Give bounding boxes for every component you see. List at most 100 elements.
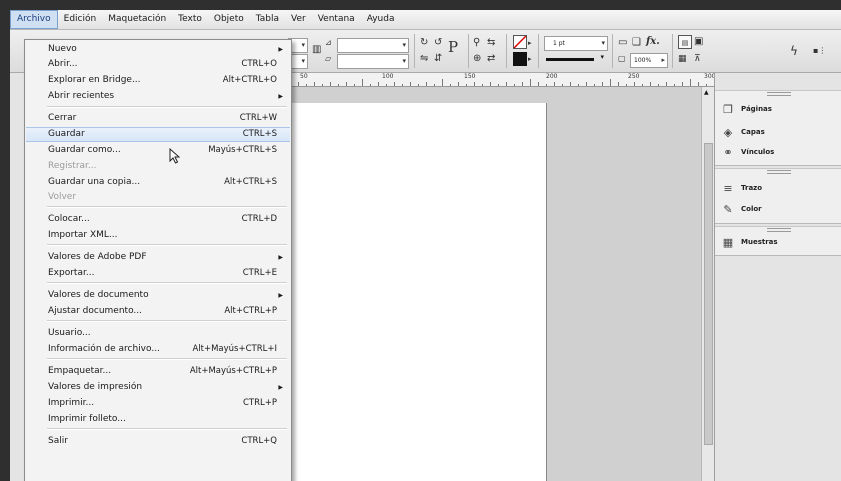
menu-ventana[interactable]: Ventana xyxy=(312,10,361,29)
menu-item-open[interactable]: Abrir... CTRL+O xyxy=(26,57,290,72)
panel-swatches[interactable]: ▦ Muestras xyxy=(721,233,778,251)
menu-item-package[interactable]: Empaquetar... Alt+Mayús+CTRL+P xyxy=(26,364,290,379)
rotate-cw-icon[interactable]: ↻ xyxy=(420,36,428,50)
select-next-icon[interactable]: ⇆ xyxy=(487,36,495,50)
menu-item-browse-in-bridge[interactable]: Explorar en Bridge... Alt+CTRL+O xyxy=(26,73,290,88)
menu-item-place[interactable]: Colocar... CTRL+D xyxy=(26,212,290,227)
menu-item-label: Empaquetar... xyxy=(48,366,112,376)
menu-tabla[interactable]: Tabla xyxy=(250,10,285,29)
menu-archivo[interactable]: Archivo xyxy=(10,10,58,29)
chevron-right-icon[interactable]: ▸ xyxy=(528,52,532,66)
ruler-tick xyxy=(490,82,491,86)
rotation-angle-field[interactable]: ▾ xyxy=(337,38,409,53)
menu-item-label: Imprimir... xyxy=(48,398,95,408)
menu-item-open-recent[interactable]: Abrir recientes ▶ xyxy=(26,89,290,104)
stroke-type-dropdown[interactable]: ▾ xyxy=(544,53,606,66)
select-previous-icon[interactable]: ⇄ xyxy=(487,52,495,66)
panel-group-stroke: ≡ Trazo ✎ Color xyxy=(715,168,841,224)
menu-item-label: Valores de impresión xyxy=(48,382,143,392)
scrollbar-thumb[interactable] xyxy=(704,143,713,445)
menu-texto[interactable]: Texto xyxy=(172,10,208,29)
opacity-field[interactable]: 100% ▸ xyxy=(630,53,668,68)
panel-links[interactable]: ⚭ Vínculos xyxy=(721,143,774,161)
ruler-tick xyxy=(466,84,467,86)
document-page[interactable] xyxy=(282,103,547,481)
menu-edicion[interactable]: Edición xyxy=(58,10,103,29)
ruler-tick xyxy=(410,82,411,86)
ruler-label: 100 xyxy=(382,73,394,80)
separator xyxy=(538,34,539,68)
panel-grip[interactable] xyxy=(767,92,791,96)
menu-item-label: Usuario... xyxy=(48,328,91,338)
panel-pages[interactable]: ❐ Páginas xyxy=(721,100,772,118)
type-reference-icon[interactable]: P xyxy=(448,40,458,55)
menu-item-import-xml[interactable]: Importar XML... xyxy=(26,228,290,243)
menu-item-save[interactable]: Guardar CTRL+S xyxy=(26,127,290,142)
menu-item-label: Valores de documento xyxy=(48,290,149,300)
menu-item-adjust-layout[interactable]: Ajustar documento... Alt+CTRL+P xyxy=(26,304,290,319)
stroke-swatch-icon[interactable] xyxy=(513,52,527,66)
chevron-right-icon[interactable]: ▸ xyxy=(528,36,532,50)
menu-item-revert: Volver xyxy=(26,190,290,205)
menu-item-save-copy[interactable]: Guardar una copia... Alt+CTRL+S xyxy=(26,175,290,190)
menu-item-label: Guardar como... xyxy=(48,145,121,155)
align-icon[interactable]: ▦ xyxy=(678,52,687,66)
shear-angle-field[interactable]: ▾ xyxy=(337,54,409,69)
submenu-arrow-icon: ▶ xyxy=(278,46,283,53)
select-content-icon[interactable]: ⊕ xyxy=(473,52,481,66)
scroll-up-icon[interactable]: ▲ xyxy=(704,89,709,96)
menu-separator xyxy=(47,320,287,322)
menu-item-print-presets[interactable]: Valores de impresión ▶ xyxy=(26,380,290,395)
menu-item-user[interactable]: Usuario... xyxy=(26,326,290,341)
menu-item-print-booklet[interactable]: Imprimir folleto... xyxy=(26,412,290,427)
menu-objeto[interactable]: Objeto xyxy=(208,10,250,29)
ruler-tick xyxy=(426,82,427,86)
menu-item-label: Volver xyxy=(48,192,77,202)
menu-item-export[interactable]: Exportar... CTRL+E xyxy=(26,266,290,281)
effects-fx-icon[interactable]: fx. xyxy=(646,35,660,49)
distribute-icon[interactable]: ⊼ xyxy=(694,52,701,66)
flip-horizontal-icon[interactable]: ⇋ xyxy=(420,52,428,66)
menu-item-new[interactable]: Nuevo ▶ xyxy=(26,42,290,57)
panel-menu-icon[interactable]: ▪⋮ xyxy=(813,44,826,58)
ruler-tick xyxy=(658,84,659,86)
select-container-icon[interactable]: ⚲ xyxy=(473,36,480,50)
ruler-label: 300 xyxy=(704,73,714,80)
menu-item-pdf-presets[interactable]: Valores de Adobe PDF ▶ xyxy=(26,250,290,265)
menu-item-file-info[interactable]: Información de archivo... Alt+Mayús+CTRL+… xyxy=(26,342,290,357)
flip-vertical-icon[interactable]: ⇵ xyxy=(434,52,442,66)
menu-ver[interactable]: Ver xyxy=(285,10,312,29)
ruler-tick xyxy=(394,82,395,86)
panel-group-swatches: ▦ Muestras xyxy=(715,226,841,256)
frame-fitting-icon[interactable]: ▭ xyxy=(618,36,627,50)
constrain-proportions-icon[interactable]: ▥ xyxy=(312,43,321,57)
menu-maquetacion[interactable]: Maquetación xyxy=(102,10,172,29)
menu-item-close[interactable]: Cerrar CTRL+W xyxy=(26,111,290,126)
menu-item-save-as[interactable]: Guardar como... Mayús+CTRL+S xyxy=(26,143,290,158)
menu-item-exit[interactable]: Salir CTRL+Q xyxy=(26,434,290,449)
text-wrap-icon[interactable]: ▤ xyxy=(678,35,692,49)
menu-item-document-presets[interactable]: Valores de documento ▶ xyxy=(26,288,290,303)
menu-item-shortcut: CTRL+P xyxy=(242,398,277,408)
pasteboard[interactable] xyxy=(282,87,701,481)
menu-separator xyxy=(47,244,287,246)
panel-stroke[interactable]: ≡ Trazo xyxy=(721,179,762,197)
stroke-weight-field[interactable]: 1 pt ▾ xyxy=(544,36,608,51)
drop-shadow-icon[interactable]: ❑ xyxy=(632,36,641,50)
menu-item-label: Valores de Adobe PDF xyxy=(48,252,147,262)
menu-ayuda[interactable]: Ayuda xyxy=(361,10,401,29)
frame-grid-icon[interactable]: ▣ xyxy=(694,35,703,49)
fill-none-swatch-icon[interactable] xyxy=(513,35,527,49)
panel-layers[interactable]: ◈ Capas xyxy=(721,123,765,141)
panel-grip[interactable] xyxy=(767,228,791,232)
file-menu-dropdown: Nuevo ▶ Abrir... CTRL+O Explorar en Bridge..… xyxy=(24,39,292,481)
panel-color[interactable]: ✎ Color xyxy=(721,200,761,218)
panel-dock: ❐ Páginas ◈ Capas ⚭ Vínculos ≡ Trazo ✎ Color … xyxy=(714,73,841,481)
rotate-ccw-icon[interactable]: ↺ xyxy=(434,36,442,50)
separator xyxy=(672,34,673,68)
menu-item-print[interactable]: Imprimir... CTRL+P xyxy=(26,396,290,411)
lightning-icon[interactable]: ϟ xyxy=(790,44,798,58)
vertical-scrollbar[interactable]: ▲ xyxy=(701,87,714,481)
panel-grip[interactable] xyxy=(767,170,791,174)
menu-item-shortcut: CTRL+D xyxy=(241,214,277,224)
